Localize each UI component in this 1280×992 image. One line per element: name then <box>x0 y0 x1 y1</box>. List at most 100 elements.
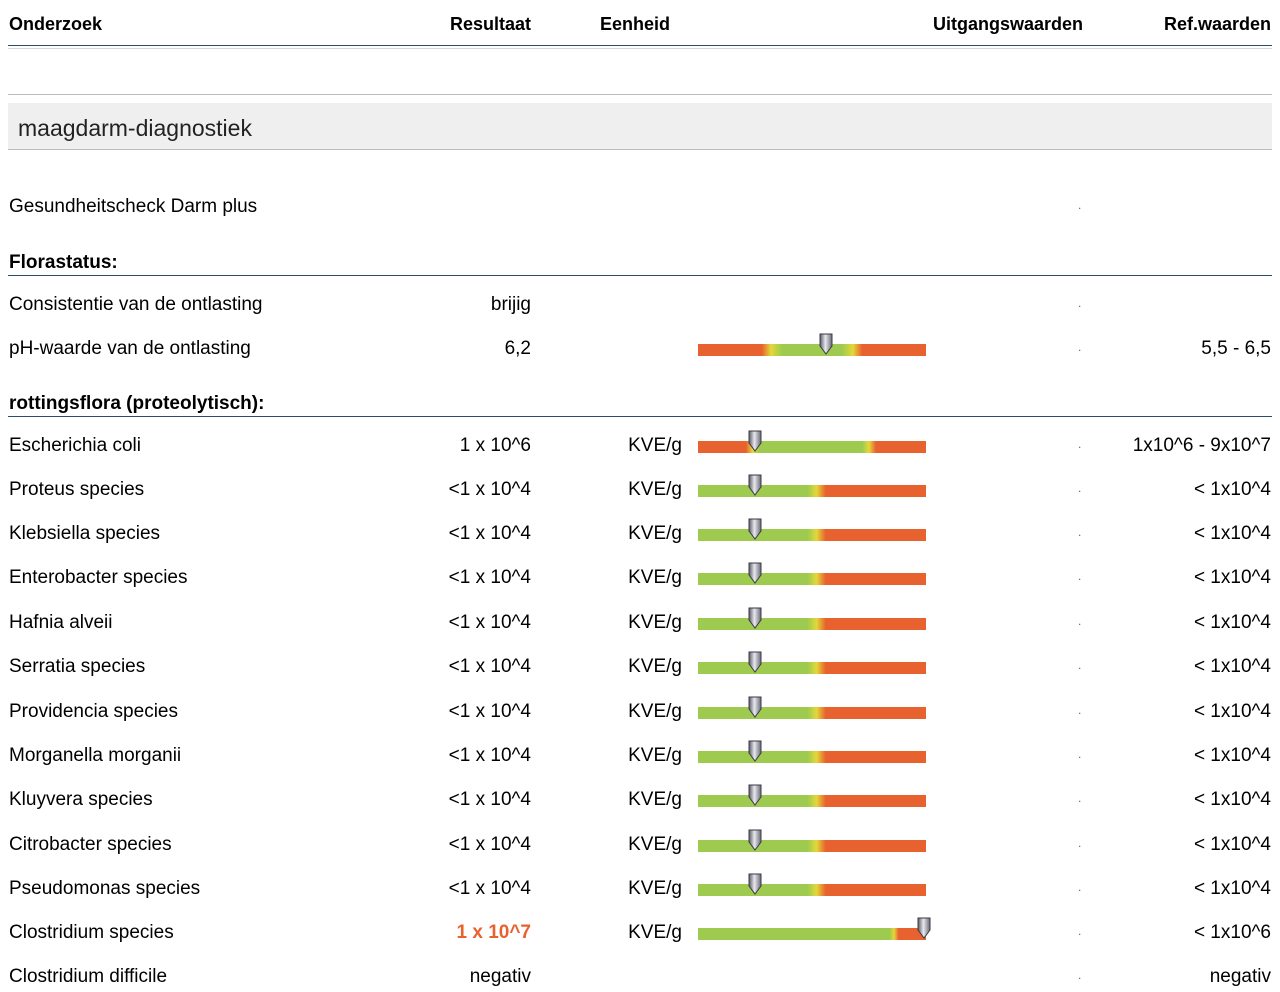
test-result: <1 x 10^4 <box>448 479 531 500</box>
test-name: pH-waarde van de ontlasting <box>9 338 251 359</box>
table-row: Citrobacter species <1 x 10^4 KVE/g . < 1x1… <box>0 829 1280 860</box>
test-result: <1 x 10^4 <box>448 878 531 899</box>
test-unit: KVE/g <box>628 701 682 722</box>
baseline-value: . <box>1078 481 1082 495</box>
table-row: Hafnia alveii <1 x 10^4 KVE/g . < 1x10^4 <box>0 607 1280 638</box>
test-result: 6,2 <box>504 338 531 359</box>
result-marker-icon <box>748 474 762 502</box>
result-marker-icon <box>748 784 762 812</box>
table-row: Clostridium difficile negativ. negativ <box>0 962 1280 992</box>
range-bar <box>698 784 926 807</box>
test-result: <1 x 10^4 <box>448 789 531 810</box>
test-name: Providencia species <box>9 701 178 722</box>
result-marker-icon <box>748 696 762 724</box>
result-marker-icon <box>748 873 762 901</box>
table-row: Kluyvera species <1 x 10^4 KVE/g . < 1x10^4 <box>0 784 1280 815</box>
result-marker-icon <box>748 518 762 546</box>
test-unit: KVE/g <box>628 656 682 677</box>
test-result: <1 x 10^4 <box>448 745 531 766</box>
test-unit: KVE/g <box>628 523 682 544</box>
test-unit: KVE/g <box>628 745 682 766</box>
test-unit: KVE/g <box>628 878 682 899</box>
reference-value: < 1x10^4 <box>1193 789 1271 810</box>
test-result: <1 x 10^4 <box>448 567 531 588</box>
test-name: Consistentie van de ontlasting <box>9 294 263 315</box>
baseline-value: . <box>1078 968 1082 982</box>
table-row: Klebsiella species <1 x 10^4 KVE/g . < 1x10… <box>0 518 1280 549</box>
reference-value: < 1x10^4 <box>1193 701 1271 722</box>
group-florastatus: Florastatus: <box>9 252 118 273</box>
baseline-value: . <box>1078 569 1082 583</box>
table-row: Consistentie van de ontlasting brijig. <box>0 290 1280 320</box>
test-name: Serratia species <box>9 656 146 677</box>
reference-value: < 1x10^4 <box>1193 878 1271 899</box>
table-row: Morganella morganii <1 x 10^4 KVE/g . < 1x1… <box>0 740 1280 771</box>
test-name: Kluyvera species <box>9 789 153 810</box>
reference-value: < 1x10^4 <box>1193 523 1271 544</box>
result-marker-icon <box>748 607 762 635</box>
section-bottom-line <box>8 149 1272 150</box>
group-florastatus-line <box>8 275 1272 276</box>
baseline-value: . <box>1078 880 1082 894</box>
table-row: Serratia species <1 x 10^4 KVE/g . < 1x10^4 <box>0 651 1280 682</box>
table-row: pH-waarde van de ontlasting 6,2 . 5,5 - 6,… <box>0 333 1280 364</box>
range-bar <box>698 651 926 674</box>
reference-value: 1x10^6 - 9x10^7 <box>1132 435 1271 456</box>
reference-value: < 1x10^4 <box>1193 834 1271 855</box>
test-result: <1 x 10^4 <box>448 834 531 855</box>
test-unit: KVE/g <box>628 435 682 456</box>
section-top-line <box>8 94 1272 95</box>
baseline-value: . <box>1078 614 1082 628</box>
test-unit: KVE/g <box>628 922 682 943</box>
result-marker-icon <box>748 740 762 768</box>
test-name: Clostridium species <box>9 922 174 943</box>
panel-row: Gesundheitscheck Darm plus . <box>0 192 1280 222</box>
table-row: Pseudomonas species <1 x 10^4 KVE/g . < 1x1… <box>0 873 1280 904</box>
result-marker-icon <box>748 562 762 590</box>
test-unit: KVE/g <box>628 789 682 810</box>
baseline-value: . <box>1078 747 1082 761</box>
result-marker-icon <box>748 829 762 857</box>
test-name: Clostridium difficile <box>9 966 168 987</box>
reference-value: < 1x10^6 <box>1193 922 1271 943</box>
panel-name: Gesundheitscheck Darm plus <box>9 196 258 217</box>
test-result: negativ <box>469 966 531 987</box>
result-marker-icon <box>748 430 762 458</box>
header-baseline: Uitgangswaarden <box>932 14 1083 34</box>
range-bar <box>698 607 926 630</box>
baseline-value: . <box>1078 791 1082 805</box>
table-row: Clostridium species 1 x 10^7 KVE/g . < 1x10… <box>0 917 1280 948</box>
group-proteolytic: rottingsflora (proteolytisch): <box>9 393 265 414</box>
test-name: Proteus species <box>9 479 145 500</box>
panel-dot: . <box>1078 198 1082 212</box>
baseline-value: . <box>1078 340 1082 354</box>
baseline-value: . <box>1078 437 1082 451</box>
result-marker-icon <box>917 917 931 945</box>
test-result: <1 x 10^4 <box>448 523 531 544</box>
reference-value: < 1x10^4 <box>1193 612 1271 633</box>
test-result: 1 x 10^7 <box>456 922 532 943</box>
baseline-value: . <box>1078 525 1082 539</box>
header-divider-light <box>8 48 1272 49</box>
table-row: Enterobacter species <1 x 10^4 KVE/g . < 1x… <box>0 562 1280 593</box>
reference-value: < 1x10^4 <box>1193 656 1271 677</box>
range-bar <box>698 696 926 719</box>
reference-value: < 1x10^4 <box>1193 745 1271 766</box>
baseline-value: . <box>1078 836 1082 850</box>
test-unit: KVE/g <box>628 479 682 500</box>
baseline-value: . <box>1078 924 1082 938</box>
test-name: Hafnia alveii <box>9 612 113 633</box>
reference-value: negativ <box>1209 966 1271 987</box>
header-test: Onderzoek <box>9 14 103 34</box>
range-bar <box>698 518 926 541</box>
range-bar <box>698 430 926 453</box>
test-name: Enterobacter species <box>9 567 188 588</box>
reference-value: < 1x10^4 <box>1193 479 1271 500</box>
test-result: 1 x 10^6 <box>459 435 531 456</box>
result-marker-icon <box>748 651 762 679</box>
table-row: Escherichia coli 1 x 10^6 KVE/g . 1x10^6 - … <box>0 430 1280 461</box>
baseline-value: . <box>1078 658 1082 672</box>
group-proteolytic-line <box>8 416 1272 417</box>
range-bar <box>698 873 926 896</box>
header-ref: Ref.waarden <box>1163 14 1271 34</box>
